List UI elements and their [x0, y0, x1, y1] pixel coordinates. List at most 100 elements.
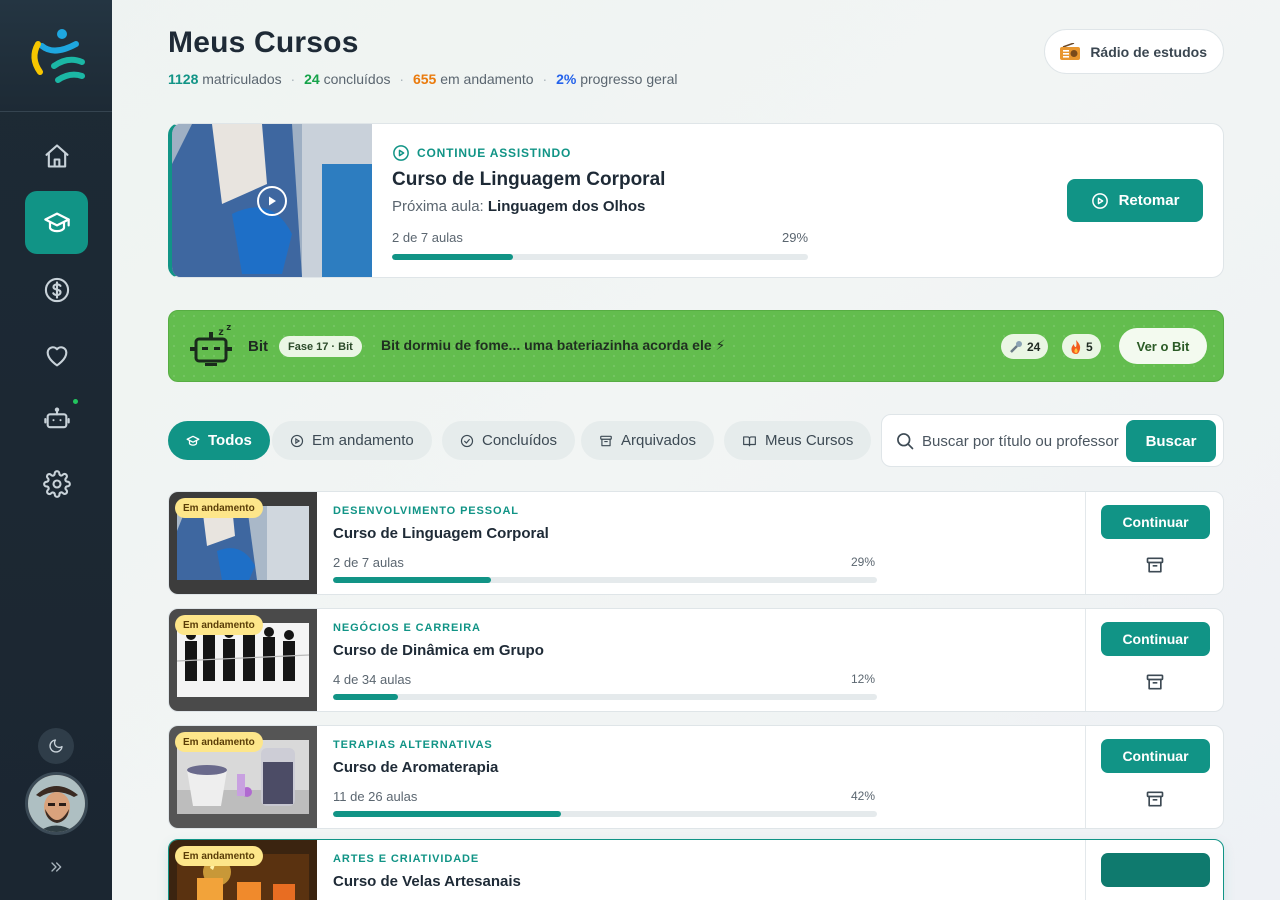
continue-thumbnail[interactable] [172, 124, 372, 277]
stat-in-progress-label: em andamento [440, 71, 534, 87]
sidebar-item-bot[interactable] [25, 387, 88, 450]
play-icon [269, 196, 276, 205]
notification-dot [73, 399, 78, 404]
check-circle-icon [460, 434, 474, 447]
sidebar-item-courses[interactable] [25, 191, 88, 254]
course-title[interactable]: Curso de Dinâmica em Grupo [333, 642, 544, 659]
archive-icon[interactable] [1145, 672, 1165, 692]
lesson-count: 2 de 7 aulas [392, 230, 463, 245]
progress-percent: 29% [851, 555, 876, 569]
stat-progress-label: progresso geral [580, 71, 678, 87]
avatar-photo [28, 775, 85, 832]
filter-tab-all[interactable]: Todos [168, 421, 270, 460]
continue-button[interactable]: Continuar [1101, 505, 1210, 539]
course-actions: Continuar [1085, 726, 1223, 828]
sidebar-item-favorites[interactable] [25, 324, 88, 387]
search-box: Buscar [881, 414, 1224, 467]
sidebar-item-home[interactable] [25, 124, 88, 187]
book-open-icon [743, 435, 756, 446]
course-category: NEGÓCIOS E CARREIRA [333, 622, 481, 634]
archive-icon[interactable] [1145, 789, 1165, 809]
theme-toggle-button[interactable] [38, 728, 74, 764]
stat-in-progress-value: 655 [412, 71, 437, 87]
filter-tab-archived[interactable]: Arquivados [581, 421, 715, 460]
view-bit-button[interactable]: Ver o Bit [1119, 328, 1207, 364]
stat-completed-value: 24 [304, 71, 320, 87]
search-button[interactable]: Buscar [1126, 420, 1216, 462]
course-title[interactable]: Curso de Aromaterapia [333, 759, 498, 776]
sidebar-item-finance[interactable] [25, 258, 88, 321]
course-thumbnail[interactable]: Em andamento [169, 726, 317, 828]
progress-percent: 42% [851, 789, 876, 803]
sidebar [0, 0, 112, 900]
bit-message: Bit dormiu de fome... uma bateriazinha a… [381, 337, 726, 353]
bit-phase-badge: Fase 17 · Bit [279, 336, 362, 357]
progress-percent: 29% [782, 230, 809, 245]
search-icon [897, 433, 914, 450]
play-circle-icon [290, 434, 304, 447]
continue-button[interactable] [1101, 853, 1210, 887]
course-row[interactable]: Em andamento NEGÓCIOS E CARREIRA Curso d… [168, 608, 1224, 712]
course-row[interactable]: Em andamento TERAPIAS ALTERNATIVAS Curso… [168, 725, 1224, 829]
course-title[interactable]: Curso de Velas Artesanais [333, 873, 521, 890]
bit-banner: z z Bit Fase 17 · Bit Bit dormiu de fome… [168, 310, 1224, 382]
next-lesson: Próxima aula: Linguagem dos Olhos [392, 198, 646, 215]
progress-bar [333, 577, 877, 583]
play-circle-icon [1091, 192, 1108, 209]
streak-chip: 5 [1062, 334, 1101, 359]
progress-bar-fill [333, 811, 562, 817]
course-actions: Continuar [1085, 609, 1223, 711]
svg-text:z: z [218, 327, 224, 338]
user-avatar[interactable] [25, 772, 88, 835]
next-lesson-title: Linguagem dos Olhos [487, 198, 646, 215]
progress-bar-fill [333, 577, 491, 583]
course-row[interactable]: Em andamento DESENVOLVIMENTO PESSOAL Cur… [168, 491, 1224, 595]
filter-tab-in-progress[interactable]: Em andamento [272, 421, 432, 460]
course-actions [1085, 840, 1223, 900]
study-radio-button[interactable]: Rádio de estudos [1044, 29, 1224, 74]
search-input[interactable] [922, 429, 1122, 453]
course-thumbnail[interactable]: Em andamento [169, 492, 317, 594]
status-badge: Em andamento [175, 846, 263, 866]
bit-name: Bit [248, 338, 268, 355]
course-row[interactable]: Em andamento ARTES E CRIATIVIDADE Curso … [168, 839, 1224, 900]
status-badge: Em andamento [175, 498, 263, 518]
sleeping-robot-icon: z z [190, 323, 232, 366]
status-badge: Em andamento [175, 732, 263, 752]
bolt-icon [1010, 340, 1022, 353]
stat-completed-label: concluídos [323, 71, 391, 87]
course-category: DESENVOLVIMENTO PESSOAL [333, 505, 519, 517]
archive-icon[interactable] [1145, 555, 1165, 575]
chevrons-right-icon [51, 862, 62, 872]
stat-enrolled-label: matriculados [202, 71, 282, 87]
stat-enrolled-value: 1128 [168, 71, 199, 87]
moon-icon [49, 739, 63, 753]
bolts-chip: 24 [1001, 334, 1049, 359]
course-category: TERAPIAS ALTERNATIVAS [333, 739, 493, 751]
filter-tab-completed[interactable]: Concluídos [442, 421, 576, 460]
course-title[interactable]: Curso de Linguagem Corporal [333, 525, 549, 542]
progress-percent: 12% [851, 672, 876, 686]
progress-bar-fill [333, 694, 399, 700]
continue-eyebrow: CONTINUE ASSISTINDO [392, 144, 571, 162]
robot-icon [43, 406, 70, 428]
filter-tab-my-courses[interactable]: Meus Cursos [724, 421, 872, 460]
radio-icon [1060, 42, 1081, 60]
expand-sidebar-button[interactable] [44, 855, 68, 879]
sidebar-item-settings[interactable] [25, 452, 88, 515]
continue-button[interactable]: Continuar [1101, 622, 1210, 656]
course-thumbnail[interactable]: Em andamento [169, 609, 317, 711]
progress-bar-fill [392, 254, 513, 260]
stats-summary: 1128 matriculados · 24 concluídos · 655 … [168, 71, 678, 87]
play-circle-icon [393, 145, 409, 161]
course-thumbnail[interactable]: Em andamento [169, 840, 317, 900]
gear-icon [42, 469, 71, 498]
stat-progress-value: 2% [556, 71, 577, 87]
continue-button[interactable]: Continuar [1101, 739, 1210, 773]
graduation-cap-icon [43, 212, 70, 232]
resume-button[interactable]: Retomar [1067, 179, 1203, 222]
play-button[interactable] [257, 185, 287, 216]
main-content: Meus Cursos 1128 matriculados · 24 concl… [112, 0, 1280, 900]
logo[interactable] [0, 0, 112, 112]
study-radio-label: Rádio de estudos [1090, 43, 1207, 60]
